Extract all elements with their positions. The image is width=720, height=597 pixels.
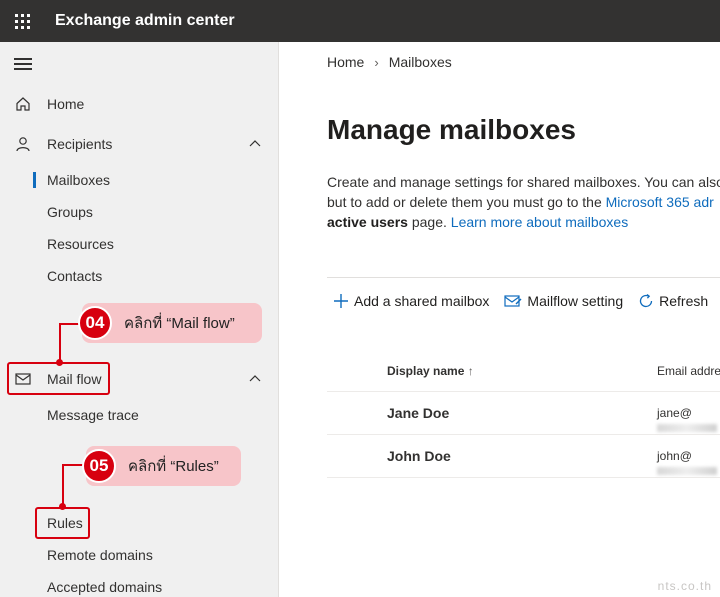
- mail-flow-highlight: [7, 362, 110, 395]
- chevron-up-icon[interactable]: [248, 137, 262, 151]
- page-description: Create and manage settings for shared ma…: [327, 172, 720, 232]
- sidebar-item-label: Accepted domains: [47, 579, 163, 595]
- button-label: Mailflow setting: [527, 293, 624, 309]
- callout-text: คลิกที่ “Mail flow”: [124, 315, 235, 332]
- sidebar-item-groups[interactable]: Groups: [0, 196, 278, 228]
- app-title: Exchange admin center: [55, 12, 235, 29]
- email-text: john@: [657, 449, 692, 463]
- callout-step-04: 04 คลิกที่ “Mail flow”: [78, 303, 262, 343]
- breadcrumb-current: Mailboxes: [388, 54, 452, 70]
- waffle-icon: [14, 13, 30, 29]
- button-label: Refresh: [659, 293, 709, 309]
- hamburger-menu-icon[interactable]: [14, 58, 32, 73]
- row-display-name[interactable]: Jane Doe: [387, 405, 449, 421]
- callout-dot: [59, 503, 66, 510]
- app-launcher-button[interactable]: [0, 0, 44, 42]
- breadcrumb: Home › Mailboxes: [327, 54, 452, 70]
- step-number-badge: 05: [82, 449, 116, 483]
- column-header-display-name[interactable]: Display name ↑: [387, 364, 474, 378]
- home-icon: [14, 95, 32, 113]
- sidebar-item-label: Mailboxes: [47, 172, 111, 188]
- callout-connector: [62, 465, 64, 507]
- row-email: jane@: [657, 406, 720, 434]
- description-line: active users page. Learn more about mail…: [327, 212, 720, 232]
- rules-highlight: [35, 507, 90, 539]
- learn-more-link[interactable]: Learn more about mailboxes: [451, 214, 628, 230]
- redacted-blur: [657, 466, 717, 475]
- step-number-badge: 04: [78, 306, 112, 340]
- sidebar-item-resources[interactable]: Resources: [0, 228, 278, 260]
- table-row[interactable]: Jane Doe jane@: [327, 392, 720, 435]
- description-text: but to add or delete them you must go to…: [327, 194, 606, 210]
- sidebar-item-message-trace[interactable]: Message trace: [0, 399, 278, 431]
- chevron-up-icon[interactable]: [248, 372, 262, 386]
- description-text: page.: [407, 214, 451, 230]
- breadcrumb-home[interactable]: Home: [327, 54, 364, 70]
- active-indicator: [33, 172, 36, 188]
- refresh-button[interactable]: Refresh: [638, 293, 708, 309]
- sidebar-item-label: Message trace: [47, 407, 139, 423]
- sidebar-item-accepted-domains[interactable]: Accepted domains: [0, 571, 278, 597]
- watermark: nts.co.th: [657, 579, 712, 593]
- sort-ascending-icon: ↑: [467, 364, 474, 378]
- sidebar-item-recipients[interactable]: Recipients: [0, 128, 278, 160]
- description-bold: active users: [327, 214, 408, 230]
- sidebar-item-mailboxes[interactable]: Mailboxes: [0, 164, 278, 196]
- sidebar-item-label: Remote domains: [47, 547, 153, 563]
- sidebar-item-remote-domains[interactable]: Remote domains: [0, 539, 278, 571]
- refresh-icon: [638, 293, 654, 309]
- row-display-name[interactable]: John Doe: [387, 448, 451, 464]
- main-content: Home › Mailboxes Manage mailboxes Create…: [280, 42, 720, 597]
- mailflow-setting-button[interactable]: Mailflow setting: [504, 293, 623, 309]
- chevron-right-icon: ›: [374, 54, 379, 70]
- sidebar-item-label: Home: [47, 96, 85, 112]
- callout-dot: [56, 359, 63, 366]
- button-label: Add a shared mailbox: [354, 293, 490, 309]
- command-bar: Add a shared mailbox Mailflow setting Re…: [333, 290, 720, 312]
- sidebar-item-label: Groups: [47, 204, 93, 220]
- sidebar-item-label: Recipients: [47, 136, 113, 152]
- page-title: Manage mailboxes: [327, 114, 576, 145]
- sidebar-item-contacts[interactable]: Contacts: [0, 260, 278, 292]
- row-email: john@: [657, 449, 720, 477]
- plus-icon: [333, 293, 349, 309]
- callout-step-05: 05 คลิกที่ “Rules”: [82, 446, 241, 486]
- top-bar: Exchange admin center: [0, 0, 720, 42]
- table-header: Display name ↑ Email addre: [327, 350, 720, 392]
- redacted-blur: [657, 423, 717, 432]
- m365-admin-link[interactable]: Microsoft 365 adr: [606, 194, 714, 210]
- sidebar-item-home[interactable]: Home: [0, 88, 278, 120]
- email-text: jane@: [657, 406, 692, 420]
- column-header-email[interactable]: Email addre: [657, 364, 720, 378]
- callout-text: คลิกที่ “Rules”: [128, 458, 219, 475]
- divider: [327, 277, 720, 278]
- description-line: but to add or delete them you must go to…: [327, 192, 720, 212]
- add-shared-mailbox-button[interactable]: Add a shared mailbox: [333, 293, 489, 309]
- mail-settings-icon: [504, 293, 522, 309]
- person-icon: [14, 135, 32, 153]
- column-header-label: Display name: [387, 364, 465, 378]
- sidebar-item-label: Resources: [47, 236, 114, 252]
- callout-connector: [59, 324, 61, 363]
- description-line: Create and manage settings for shared ma…: [327, 174, 720, 190]
- table-row[interactable]: John Doe john@: [327, 435, 720, 478]
- sidebar-item-label: Contacts: [47, 268, 103, 284]
